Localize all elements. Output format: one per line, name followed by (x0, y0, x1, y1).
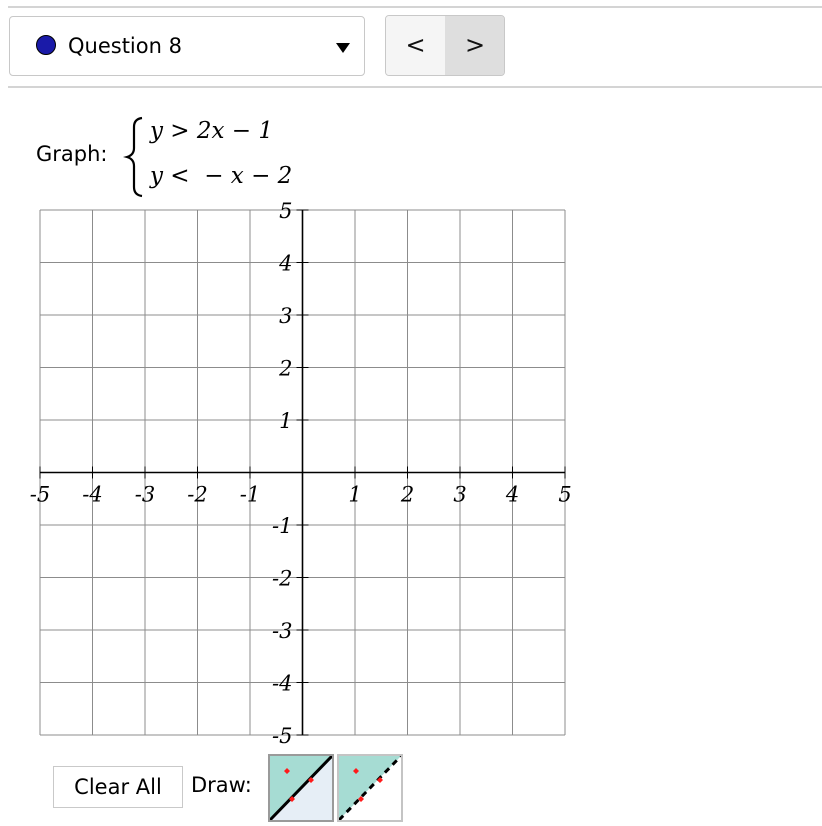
question-label: Question 8 (68, 34, 182, 58)
y-tick-label: -5 (272, 724, 292, 748)
x-tick-label: -1 (240, 483, 260, 507)
draw-label: Draw: (191, 773, 252, 797)
question-selector[interactable]: Question 8 (9, 16, 365, 76)
y-tick-label: -2 (272, 567, 292, 591)
x-tick-label: 5 (558, 483, 571, 507)
system-brace (123, 116, 143, 198)
solid-line-icon (268, 754, 334, 822)
x-tick-label: 3 (453, 483, 466, 507)
inequality-1: y > 2x − 1 (150, 118, 274, 144)
y-tick-label: 3 (279, 304, 292, 328)
y-tick-label: -4 (272, 672, 292, 696)
header-divider (8, 86, 822, 88)
question-nav: < > (385, 15, 505, 76)
y-tick-label: 2 (278, 357, 292, 381)
x-tick-label: -5 (30, 483, 50, 507)
x-tick-label: -4 (82, 483, 102, 507)
question-status-dot (36, 35, 56, 55)
inequality-2: y < − x − 2 (150, 163, 293, 189)
previous-question-button[interactable]: < (386, 16, 446, 75)
x-tick-label: 1 (348, 483, 361, 507)
y-tick-label: -3 (272, 619, 292, 643)
x-tick-label: 4 (505, 483, 519, 507)
dashed-line-tool-button[interactable] (337, 754, 403, 822)
top-divider (8, 6, 822, 8)
dashed-line-icon (337, 754, 403, 822)
x-tick-label: 2 (400, 483, 414, 507)
y-tick-label: -1 (272, 514, 292, 538)
y-tick-label: 4 (278, 252, 292, 276)
x-tick-label: -3 (135, 483, 155, 507)
next-question-button[interactable]: > (445, 16, 504, 75)
x-tick-label: -2 (187, 483, 207, 507)
coordinate-grid[interactable]: -5 -4 -3 -2 -1 1 2 3 4 5 5 4 3 2 1 -1 -2 -3 -4 -5 (30, 200, 590, 760)
y-tick-label: 5 (279, 200, 292, 223)
y-tick-label: 1 (279, 409, 292, 433)
solid-line-tool-button[interactable] (268, 754, 334, 822)
dropdown-caret-icon (336, 43, 350, 53)
inequality-system: y > 2x − 1 y < − x − 2 (118, 112, 358, 202)
graph-prompt: Graph: (36, 142, 108, 166)
clear-all-button[interactable]: Clear All (53, 766, 183, 808)
